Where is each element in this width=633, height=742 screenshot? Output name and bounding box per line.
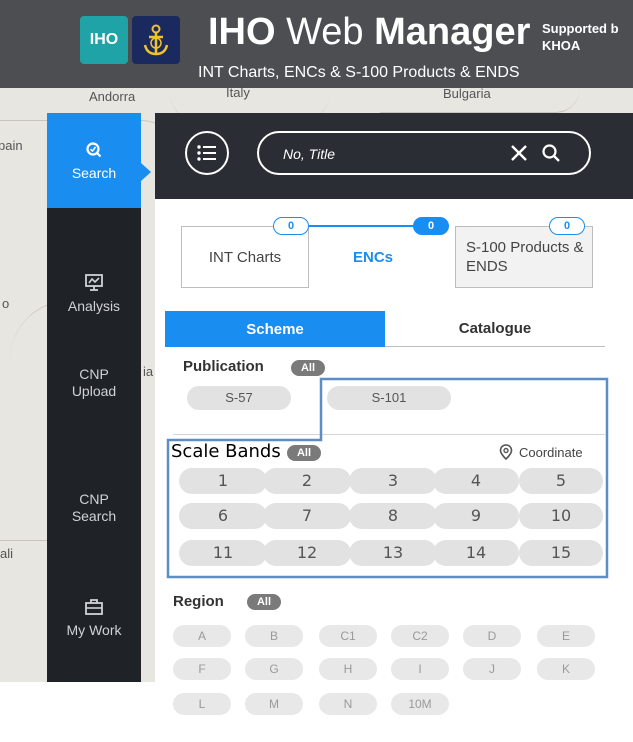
scale-bands-label: Scale Bands	[171, 441, 281, 462]
highlight-annotation	[166, 377, 609, 579]
